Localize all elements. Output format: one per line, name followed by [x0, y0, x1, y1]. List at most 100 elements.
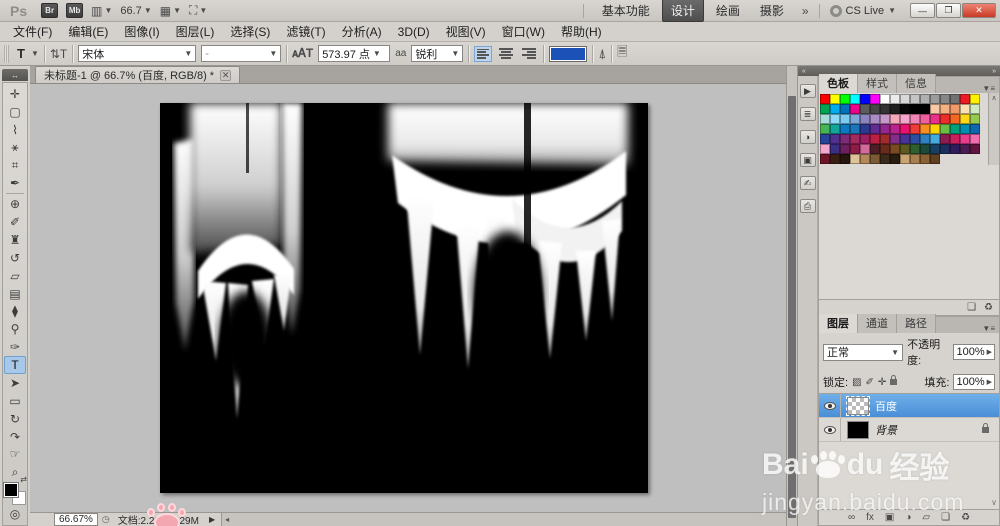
history-panel-icon[interactable]: ≣ — [799, 107, 816, 121]
layer-name[interactable]: 背景 — [875, 422, 897, 438]
panel-menu-icon[interactable]: ▼≡ — [978, 324, 999, 333]
color-swatch[interactable] — [950, 94, 960, 104]
swatches-scrollbar[interactable]: ∧ — [988, 93, 999, 165]
align-center-button[interactable] — [497, 46, 515, 62]
font-size-select[interactable]: 573.97 点 ▼ — [318, 45, 391, 62]
foreground-background-colors[interactable]: ⇄ — [4, 475, 27, 506]
color-swatch[interactable] — [900, 94, 910, 104]
color-swatch[interactable] — [960, 104, 970, 114]
color-swatch[interactable] — [950, 134, 960, 144]
color-swatch[interactable] — [930, 154, 940, 164]
color-swatch[interactable] — [870, 94, 880, 104]
color-swatch[interactable] — [830, 144, 840, 154]
path-selection-tool-icon[interactable]: ➤ — [4, 374, 26, 392]
menu-文件[interactable]: 文件(F) — [6, 21, 59, 42]
gradient-tool-icon[interactable]: ▤ — [4, 285, 26, 303]
color-swatch[interactable] — [830, 114, 840, 124]
menu-帮助[interactable]: 帮助(H) — [554, 21, 609, 42]
orbit-3d-tool-icon[interactable]: ↷ — [4, 428, 26, 446]
color-swatch[interactable] — [830, 104, 840, 114]
color-swatch[interactable] — [820, 104, 830, 114]
color-swatch[interactable] — [890, 124, 900, 134]
mini-bridge-button[interactable]: Mb — [66, 3, 84, 18]
color-swatch[interactable] — [890, 154, 900, 164]
color-swatch[interactable] — [930, 134, 940, 144]
color-swatch[interactable] — [900, 114, 910, 124]
history-brush-tool-icon[interactable]: ↺ — [4, 249, 26, 267]
fill-field[interactable]: 100% ▶ — [953, 374, 995, 390]
color-swatch[interactable] — [910, 94, 920, 104]
color-swatch[interactable] — [840, 124, 850, 134]
color-swatch[interactable] — [860, 154, 870, 164]
tab-图层[interactable]: 图层 — [819, 314, 858, 333]
swap-colors-icon[interactable]: ⇄ — [20, 475, 27, 484]
delete-layer-icon[interactable]: ♻ — [961, 512, 970, 523]
dodge-tool-icon[interactable]: ⚲ — [4, 320, 26, 338]
opacity-field[interactable]: 100% ▶ — [953, 344, 995, 360]
actions-panel-icon[interactable]: ▶ — [799, 84, 816, 98]
color-swatch[interactable] — [840, 144, 850, 154]
adjustment-layer-icon[interactable]: ◑ — [905, 512, 911, 523]
vertical-scrollbar[interactable] — [786, 66, 797, 526]
color-swatch[interactable] — [850, 154, 860, 164]
color-swatch[interactable] — [910, 134, 920, 144]
eyedropper-tool-icon[interactable]: ✒ — [4, 174, 26, 192]
zoom-level-dropdown[interactable]: 66.7 ▼ — [120, 5, 151, 17]
color-swatch[interactable] — [930, 124, 940, 134]
color-swatch[interactable] — [890, 134, 900, 144]
lock-all-icon[interactable] — [890, 375, 898, 385]
healing-brush-tool-icon[interactable]: ⊕ — [4, 195, 26, 213]
color-swatch[interactable] — [920, 114, 930, 124]
color-swatch[interactable] — [960, 134, 970, 144]
color-swatch[interactable] — [960, 144, 970, 154]
text-orientation-icon[interactable]: ⇅T — [50, 47, 67, 61]
workspace-overflow-button[interactable]: » — [802, 4, 809, 18]
color-swatch[interactable] — [940, 104, 950, 114]
color-swatch[interactable] — [920, 154, 930, 164]
color-swatch[interactable] — [860, 104, 870, 114]
visibility-toggle[interactable] — [819, 418, 841, 441]
hand-tool-icon[interactable]: ☞ — [4, 446, 26, 464]
bridge-button[interactable]: Br — [41, 3, 59, 18]
color-swatch[interactable] — [930, 104, 940, 114]
color-swatch[interactable] — [960, 94, 970, 104]
link-layers-icon[interactable]: ∞ — [848, 512, 855, 523]
color-swatch[interactable] — [860, 94, 870, 104]
color-swatch[interactable] — [950, 114, 960, 124]
expand-panels-icon[interactable]: » — [992, 68, 996, 75]
color-swatch[interactable] — [840, 154, 850, 164]
color-swatch[interactable] — [940, 134, 950, 144]
eraser-tool-icon[interactable]: ▱ — [4, 267, 26, 285]
clone-source-panel-icon[interactable]: ⎙ — [799, 199, 816, 213]
workspace-绘画[interactable]: 绘画 — [708, 0, 748, 21]
color-swatch[interactable] — [860, 134, 870, 144]
color-swatch[interactable] — [890, 94, 900, 104]
new-layer-icon[interactable]: ❏ — [941, 512, 950, 523]
color-swatch[interactable] — [940, 124, 950, 134]
color-swatch[interactable] — [910, 104, 920, 114]
align-right-button[interactable] — [520, 46, 538, 62]
color-swatch[interactable] — [890, 114, 900, 124]
toggle-panels-icon[interactable]: 🗏 — [617, 43, 627, 65]
color-swatch[interactable] — [840, 104, 850, 114]
color-swatch[interactable] — [950, 144, 960, 154]
menu-分析[interactable]: 分析(A) — [335, 21, 389, 42]
color-swatch[interactable] — [880, 104, 890, 114]
font-family-select[interactable]: 宋体 ▼ — [78, 45, 197, 62]
menu-图层[interactable]: 图层(L) — [169, 21, 222, 42]
lock-transparency-icon[interactable]: ▨ — [852, 377, 861, 388]
color-swatch[interactable] — [970, 134, 980, 144]
layer-thumbnail[interactable] — [847, 420, 869, 439]
color-swatch[interactable] — [870, 144, 880, 154]
tab-信息[interactable]: 信息 — [897, 74, 936, 93]
lasso-tool-icon[interactable]: ⌇ — [4, 121, 26, 139]
color-swatch[interactable] — [820, 134, 830, 144]
tab-色板[interactable]: 色板 — [819, 74, 858, 93]
workspace-基本功能[interactable]: 基本功能 — [594, 0, 658, 21]
document-tab[interactable]: 未标题-1 @ 66.7% (百度, RGB/8) * ✕ — [35, 66, 241, 83]
color-swatch[interactable] — [840, 114, 850, 124]
color-swatch[interactable] — [910, 144, 920, 154]
new-swatch-icon[interactable]: ❏ — [967, 302, 976, 313]
arrange-documents-button[interactable]: ▦ ▼ — [160, 4, 181, 18]
color-swatch[interactable] — [880, 134, 890, 144]
